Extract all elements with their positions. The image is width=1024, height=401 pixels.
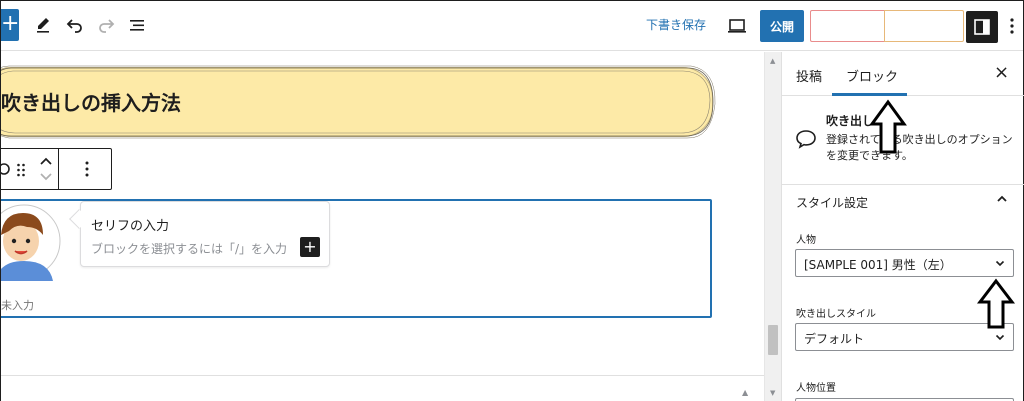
move-up-icon[interactable] (39, 155, 53, 167)
publish-button[interactable]: 公開 (760, 10, 804, 42)
annotation-arrow-icon (976, 278, 1016, 329)
chevron-down-icon (995, 334, 1005, 341)
inline-add-block-button[interactable]: + (300, 237, 320, 257)
active-tab-indicator (832, 93, 907, 96)
chevron-down-icon (995, 260, 1005, 267)
redo-icon[interactable] (94, 13, 118, 37)
block-placeholder[interactable]: ブロックを選択するには「/」を入力 (91, 240, 309, 257)
canvas-scrollbar[interactable]: ▲ ▼ (764, 52, 781, 401)
tab-post[interactable]: 投稿 (796, 66, 822, 85)
drag-handle-icon[interactable] (16, 162, 26, 178)
settings-button[interactable] (966, 11, 998, 43)
save-draft-button[interactable]: 下書き保存 (646, 16, 706, 33)
block-card-title: 吹き出し (826, 114, 875, 128)
block-card-description: 登録されている吹き出しのオプションを変更できます。 (826, 133, 1013, 162)
list-view-icon[interactable] (125, 13, 149, 37)
toolbar-extra-button[interactable] (884, 10, 964, 42)
scroll-thumb[interactable] (768, 325, 778, 355)
block-toolbar (1, 148, 112, 190)
balloon-style-field-label: 吹き出しスタイル (796, 309, 876, 320)
style-settings-panel-title[interactable]: スタイル設定 (796, 194, 868, 211)
balloon-style-select-value: デフォルト (804, 332, 865, 346)
canvas-divider (1, 375, 764, 376)
editor-canvas: 吹き出しの挿入方法 未入力 セリフの入力 ブロックを選択するには「/」を入力 +… (1, 52, 764, 401)
annotation-arrow-icon (869, 99, 907, 154)
more-options-icon (1010, 18, 1014, 34)
editor-header: + 下書き保存 公開 (1, 1, 1023, 51)
pencil-icon[interactable] (31, 13, 55, 37)
heading-text[interactable]: 吹き出しの挿入方法 (1, 87, 181, 116)
person-position-field-label: 人物位置 (796, 383, 836, 394)
toolbar-extra-button[interactable] (810, 10, 884, 42)
scroll-down-icon[interactable]: ▼ (770, 389, 775, 397)
toolbar-divider (58, 149, 59, 189)
person-select-value: [SAMPLE 001] 男性（左） (804, 258, 952, 272)
add-block-button[interactable]: + (1, 9, 19, 41)
scroll-up-icon[interactable]: ▲ (770, 57, 775, 65)
sidebar-tabs: 投稿 ブロック × (782, 52, 1024, 96)
speaker-name[interactable]: 未入力 (1, 297, 34, 313)
settings-icon (974, 19, 990, 35)
speech-bubble-icon (796, 130, 816, 149)
speech-text[interactable]: セリフの入力 (91, 215, 169, 234)
more-options-button[interactable] (1006, 15, 1018, 37)
speech-bubble[interactable] (80, 201, 330, 267)
preview-icon[interactable] (726, 15, 748, 37)
person-field-label: 人物 (796, 235, 816, 246)
chevron-up-icon[interactable] (995, 194, 1009, 204)
avatar (1, 204, 61, 281)
block-options-icon[interactable] (84, 160, 90, 178)
add-block-icon: + (1, 11, 20, 36)
scroll-arrow-icon[interactable]: ▲ (742, 388, 748, 397)
tab-block[interactable]: ブロック (846, 66, 898, 85)
close-icon[interactable]: × (994, 62, 1009, 83)
undo-icon[interactable] (63, 13, 87, 37)
move-down-icon[interactable] (39, 171, 53, 183)
person-select[interactable]: [SAMPLE 001] 男性（左） (795, 249, 1014, 277)
block-type-icon[interactable] (1, 161, 10, 177)
